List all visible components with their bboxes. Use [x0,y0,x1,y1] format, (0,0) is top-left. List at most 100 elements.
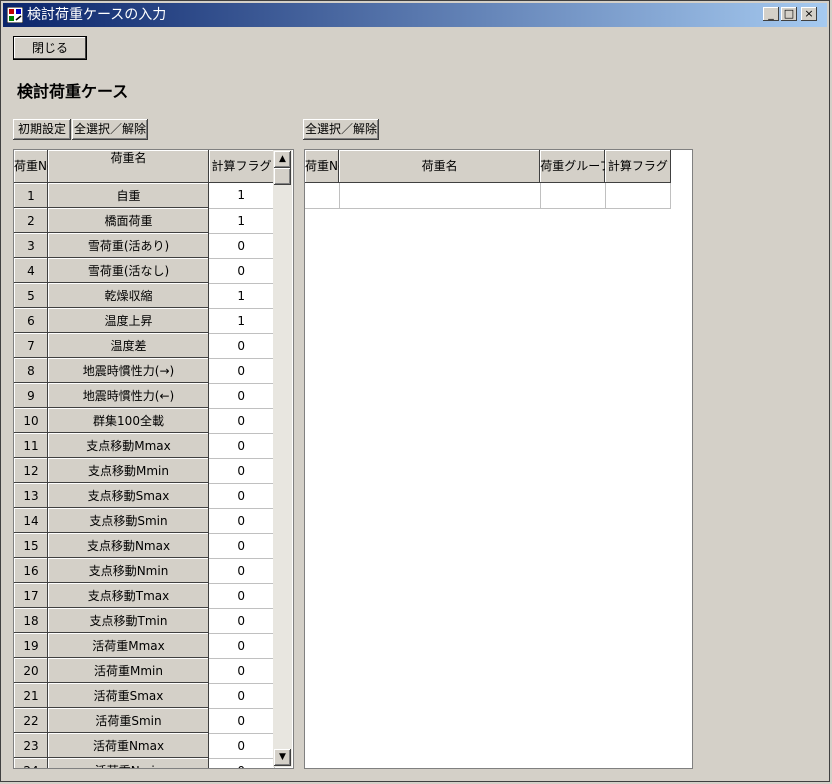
load-name-cell[interactable]: 群集100全載 [48,408,209,433]
load-no-cell[interactable]: 13 [14,483,48,508]
load-name-cell[interactable]: 乾燥収縮 [48,283,209,308]
calc-flag-cell[interactable]: 0 [209,533,275,559]
load-no-cell[interactable]: 19 [14,633,48,658]
load-name-cell[interactable]: 支点移動Mmin [48,458,209,483]
table-row[interactable]: 4 雪荷重(活なし) 0 [14,258,275,284]
table-row[interactable]: 10 群集100全載 0 [14,408,275,434]
load-no-cell[interactable]: 3 [14,233,48,258]
load-name-cell[interactable]: 自重 [48,183,209,208]
calc-flag-cell[interactable]: 0 [209,258,275,284]
calc-flag-cell[interactable]: 0 [209,558,275,584]
right-select-all-button[interactable]: 全選択／解除 [303,119,379,140]
load-no-cell[interactable]: 23 [14,733,48,758]
load-name-cell[interactable]: 活荷重Smin [48,708,209,733]
calc-flag-cell[interactable]: 0 [209,708,275,734]
load-no-cell[interactable]: 4 [14,258,48,283]
calc-flag-cell[interactable]: 0 [209,733,275,759]
empty-cell[interactable] [305,183,340,209]
load-no-cell[interactable]: 6 [14,308,48,333]
calc-flag-cell[interactable]: 1 [209,308,275,334]
table-row[interactable]: 12 支点移動Mmin 0 [14,458,275,484]
left-select-all-button[interactable]: 全選択／解除 [72,119,148,140]
load-no-cell[interactable]: 18 [14,608,48,633]
scroll-up-arrow-icon[interactable]: ▲ [274,151,291,168]
calc-flag-cell[interactable]: 1 [209,283,275,309]
calc-flag-cell[interactable]: 0 [209,508,275,534]
table-row[interactable]: 7 温度差 0 [14,333,275,359]
table-row[interactable]: 19 活荷重Mmax 0 [14,633,275,659]
load-name-cell[interactable]: 支点移動Smax [48,483,209,508]
calc-flag-cell[interactable]: 0 [209,683,275,709]
col-header-load-name[interactable]: 荷重名 [48,150,209,183]
table-row[interactable]: 15 支点移動Nmax 0 [14,533,275,559]
table-row[interactable]: 13 支点移動Smax 0 [14,483,275,509]
load-name-cell[interactable]: 活荷重Smax [48,683,209,708]
col-header-calc-flag[interactable]: 計算フラグ [605,150,671,183]
load-name-cell[interactable]: 活荷重Nmax [48,733,209,758]
load-no-cell[interactable]: 2 [14,208,48,233]
maximize-button[interactable]: □ [781,7,797,21]
load-name-cell[interactable]: 雪荷重(活あり) [48,233,209,258]
col-header-load-name[interactable]: 荷重名 [339,150,541,183]
calc-flag-cell[interactable]: 0 [209,658,275,684]
table-row[interactable]: 24活荷重Nmin0 [14,758,275,768]
table-row[interactable]: 9 地震時慣性力(←) 0 [14,383,275,409]
table-row[interactable]: 23 活荷重Nmax 0 [14,733,275,759]
load-no-cell[interactable]: 1 [14,183,48,208]
calc-flag-cell[interactable]: 1 [209,183,275,209]
calc-flag-cell[interactable]: 0 [209,383,275,409]
table-row[interactable]: 16 支点移動Nmin 0 [14,558,275,584]
empty-cell[interactable] [540,183,606,209]
table-row[interactable] [305,183,672,209]
load-name-cell[interactable]: 地震時慣性力(←) [48,383,209,408]
load-no-cell[interactable]: 20 [14,658,48,683]
load-name-cell[interactable]: 支点移動Tmin [48,608,209,633]
load-no-cell[interactable]: 11 [14,433,48,458]
calc-flag-cell[interactable]: 0 [209,458,275,484]
load-name-cell[interactable]: 支点移動Smin [48,508,209,533]
scroll-thumb[interactable] [274,168,291,185]
calc-flag-cell[interactable]: 0 [209,358,275,384]
empty-cell[interactable] [605,183,672,209]
calc-flag-cell[interactable]: 0 [209,433,275,459]
calc-flag-cell[interactable]: 0 [209,333,275,359]
load-name-cell[interactable]: 温度差 [48,333,209,358]
calc-flag-cell[interactable]: 0 [209,483,275,509]
table-row[interactable]: 22 活荷重Smin 0 [14,708,275,734]
load-name-cell[interactable]: 温度上昇 [48,308,209,333]
calc-flag-cell[interactable]: 0 [209,233,275,259]
empty-cell[interactable] [339,183,541,209]
load-name-cell[interactable]: 橋面荷重 [48,208,209,233]
table-row[interactable]: 2 橋面荷重 1 [14,208,275,234]
calc-flag-cell[interactable]: 0 [209,408,275,434]
load-no-cell[interactable]: 9 [14,383,48,408]
load-name-cell[interactable]: 活荷重Nmin [48,758,209,768]
table-row[interactable]: 11 支点移動Mmax 0 [14,433,275,459]
load-no-cell[interactable]: 12 [14,458,48,483]
load-no-cell[interactable]: 16 [14,558,48,583]
table-row[interactable]: 3 雪荷重(活あり) 0 [14,233,275,259]
table-row[interactable]: 5 乾燥収縮 1 [14,283,275,309]
load-no-cell[interactable]: 10 [14,408,48,433]
calc-flag-cell[interactable]: 1 [209,208,275,234]
col-header-calc-flag[interactable]: 計算フラグ [209,150,274,183]
load-no-cell[interactable]: 7 [14,333,48,358]
table-row[interactable]: 18 支点移動Tmin 0 [14,608,275,634]
load-no-cell[interactable]: 8 [14,358,48,383]
calc-flag-cell[interactable]: 0 [209,583,275,609]
calc-flag-cell[interactable]: 0 [209,758,275,768]
minimize-button[interactable]: _ [763,7,779,21]
load-no-cell[interactable]: 17 [14,583,48,608]
table-row[interactable]: 21 活荷重Smax 0 [14,683,275,709]
calc-flag-cell[interactable]: 0 [209,608,275,634]
scroll-down-arrow-icon[interactable]: ▼ [274,749,291,766]
col-header-load-no[interactable]: 荷重No [305,150,340,183]
table-row[interactable]: 17 支点移動Tmax 0 [14,583,275,609]
col-header-load-group-no[interactable]: 荷重グループ番号 [540,150,606,183]
col-header-load-no[interactable]: 荷重No [14,150,48,183]
table-row[interactable]: 1 自重 1 [14,183,275,209]
load-name-cell[interactable]: 地震時慣性力(→) [48,358,209,383]
load-name-cell[interactable]: 支点移動Mmax [48,433,209,458]
load-no-cell[interactable]: 22 [14,708,48,733]
load-name-cell[interactable]: 支点移動Tmax [48,583,209,608]
